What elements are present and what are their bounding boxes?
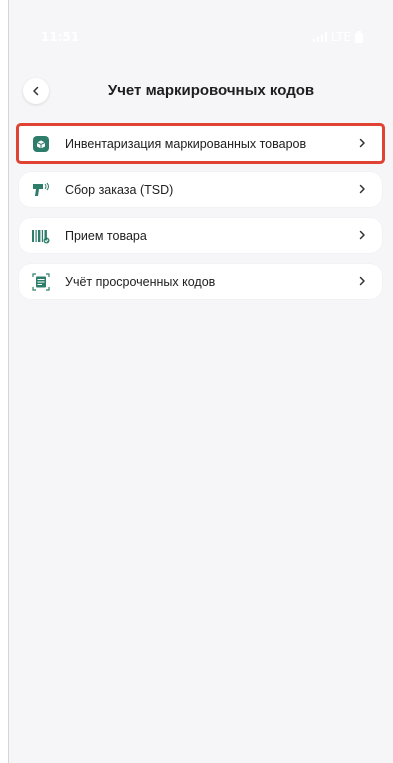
- status-bar: 11:51 LTE: [9, 0, 393, 52]
- phone-screen: 11:51 LTE Учет маркировочных кодов Инвен…: [8, 0, 393, 763]
- status-indicators: LTE: [313, 30, 363, 44]
- menu-item-inventory[interactable]: Инвентаризация маркированных товаров: [19, 126, 382, 161]
- battery-icon: [355, 31, 363, 43]
- menu-item-goods-receipt[interactable]: Прием товара: [19, 218, 382, 253]
- menu-item-label: Инвентаризация маркированных товаров: [65, 136, 307, 151]
- menu-list: Инвентаризация маркированных товаров Сбо…: [19, 126, 382, 310]
- signal-icon: [313, 32, 328, 42]
- chevron-right-icon: [356, 183, 368, 195]
- inventory-box-icon: [31, 134, 51, 154]
- menu-item-expired-codes[interactable]: Учёт просроченных кодов: [19, 264, 382, 299]
- back-button[interactable]: [23, 78, 49, 104]
- expired-code-icon: [31, 272, 51, 292]
- chevron-right-icon: [356, 275, 368, 287]
- status-time: 11:51: [41, 30, 80, 44]
- chevron-left-icon: [33, 86, 39, 96]
- page-title: Учет маркировочных кодов: [107, 82, 315, 99]
- chevron-right-icon: [356, 137, 368, 149]
- barcode-icon: [31, 226, 51, 246]
- scanner-gun-icon: [31, 180, 51, 200]
- menu-item-label: Сбор заказа (TSD): [65, 182, 174, 197]
- chevron-right-icon: [356, 229, 368, 241]
- network-type: LTE: [331, 30, 351, 44]
- menu-item-order-picking[interactable]: Сбор заказа (TSD): [19, 172, 382, 207]
- header: Учет маркировочных кодов: [9, 74, 393, 108]
- menu-item-label: Учёт просроченных кодов: [65, 274, 216, 289]
- menu-item-label: Прием товара: [65, 228, 147, 243]
